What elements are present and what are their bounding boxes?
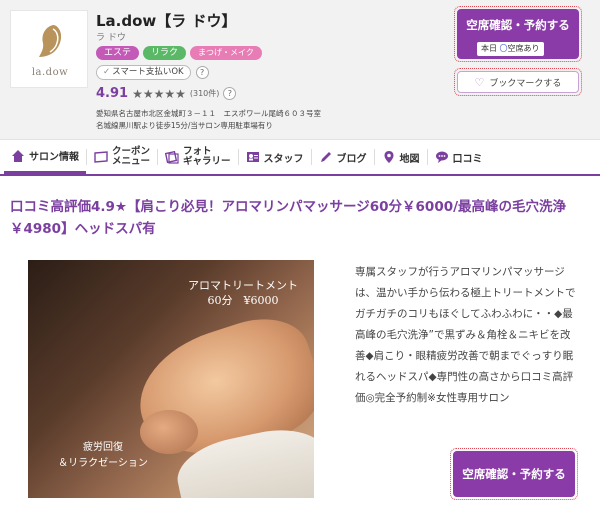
reserve-button[interactable]: 空席確認・予約する 本日 〇空席あり xyxy=(457,9,579,59)
salon-logo[interactable]: la.dow xyxy=(10,10,88,88)
bookmark-highlight: ♡ ブックマークする xyxy=(454,68,582,96)
map-pin-icon xyxy=(384,151,394,163)
tab-coupon-menu[interactable]: クーポン メニュー xyxy=(87,140,157,174)
salon-catchphrase: 口コミ高評価4.9★【肩こり必見！アロマリンパマッサージ60分￥6000/最高峰… xyxy=(10,199,567,237)
availability-badge: 本日 〇空席あり xyxy=(477,42,544,56)
bookmark-button-label: ブックマークする xyxy=(489,78,562,89)
tab-map[interactable]: 地図 xyxy=(375,140,427,174)
availability-text: 空席あり xyxy=(507,44,540,53)
address: 愛知県名古屋市北区金城町３－１１ エスポワール尾崎６０３号室 xyxy=(96,109,321,118)
coupon-icon xyxy=(94,151,108,163)
photo-title-line1: アロマトリートメント xyxy=(188,279,298,292)
tab-reviews[interactable]: 口コミ xyxy=(428,140,490,174)
help-icon[interactable]: ? xyxy=(195,66,209,79)
salon-main-photo[interactable]: アロマトリートメント 60分 ¥6000 疲労回復 ＆リラクゼーション xyxy=(28,260,314,498)
photo-caption: 疲労回復 ＆リラクゼーション xyxy=(48,440,158,472)
salon-nav-tabs: サロン情報 クーポン メニュー フォト ギャラリー スタッフ ブログ 地図 口コミ xyxy=(0,140,600,176)
category-tag-eyelash-makeup[interactable]: まつげ・メイク xyxy=(190,46,262,60)
rating-value: 4.91 xyxy=(96,86,129,101)
tab-blog[interactable]: ブログ xyxy=(312,140,374,174)
rating-row: 4.91 ★★★★★ (310件) ? xyxy=(96,86,237,101)
bookmark-button[interactable]: ♡ ブックマークする xyxy=(457,71,579,93)
tab-label: クーポン メニュー xyxy=(112,146,151,167)
photo-title-line2: 60分 ¥6000 xyxy=(207,294,279,307)
category-tag-relax[interactable]: リラク xyxy=(143,46,187,60)
salon-description: 専属スタッフが行うアロマリンパマッサージは、温かい手から伝わる極上トリートメント… xyxy=(355,266,576,404)
availability-prefix: 本日 xyxy=(481,44,497,53)
heart-icon: ♡ xyxy=(474,75,485,89)
check-icon: ✓ xyxy=(103,67,111,77)
smart-pay-label: スマート支払いOK xyxy=(112,67,184,77)
salon-kana: ラ ドウ xyxy=(96,33,126,43)
tab-label: 地図 xyxy=(399,153,420,165)
salon-name: La.dow【ラ ドウ】 xyxy=(96,12,237,30)
reserve-button-label: 空席確認・予約する xyxy=(466,18,570,32)
tab-salon-info[interactable]: サロン情報 xyxy=(4,140,86,174)
photo-caption-line2: ＆リラクゼーション xyxy=(58,458,148,469)
tab-label: サロン情報 xyxy=(29,152,79,163)
tab-label: フォト ギャラリー xyxy=(183,146,231,167)
rating-help-icon[interactable]: ? xyxy=(223,87,237,100)
photo-title: アロマトリートメント 60分 ¥6000 xyxy=(178,278,308,308)
access-info: 名城線黒川駅より徒歩15分/当サロン専用駐車場有り xyxy=(96,121,273,130)
reserve-highlight-bottom: 空席確認・予約する xyxy=(450,448,578,500)
tab-staff[interactable]: スタッフ xyxy=(239,140,311,174)
tab-label: 口コミ xyxy=(452,153,483,165)
house-icon xyxy=(12,149,24,162)
salon-header: la.dow La.dow【ラ ドウ】 ラ ドウ エステ リラク まつげ・メイク… xyxy=(0,0,600,140)
chat-icon xyxy=(435,151,448,163)
staff-icon xyxy=(246,152,259,162)
reserve-button-bottom[interactable]: 空席確認・予約する xyxy=(453,451,575,497)
logo-text: la.dow xyxy=(31,67,69,78)
smart-pay-badge: ✓ スマート支払いOK xyxy=(96,65,191,80)
review-count[interactable]: (310件) xyxy=(190,88,220,99)
photo-caption-line1: 疲労回復 xyxy=(83,442,123,453)
category-tag-esthe[interactable]: エステ xyxy=(96,46,140,60)
pencil-icon xyxy=(320,152,331,162)
category-tags: エステ リラク まつげ・メイク xyxy=(96,46,262,60)
tab-photo-gallery[interactable]: フォト ギャラリー xyxy=(158,140,238,174)
tab-label: スタッフ xyxy=(263,153,304,165)
available-circle-icon: 〇 xyxy=(499,44,508,53)
star-rating-icon: ★★★★★ xyxy=(132,86,186,101)
tab-label: ブログ xyxy=(336,153,367,165)
reserve-button-label: 空席確認・予約する xyxy=(462,467,566,481)
reserve-highlight: 空席確認・予約する 本日 〇空席あり xyxy=(454,6,582,62)
photo-icon xyxy=(165,150,179,164)
smart-pay-row: ✓ スマート支払いOK ? xyxy=(96,65,209,80)
woman-profile-logo-icon xyxy=(39,25,62,57)
